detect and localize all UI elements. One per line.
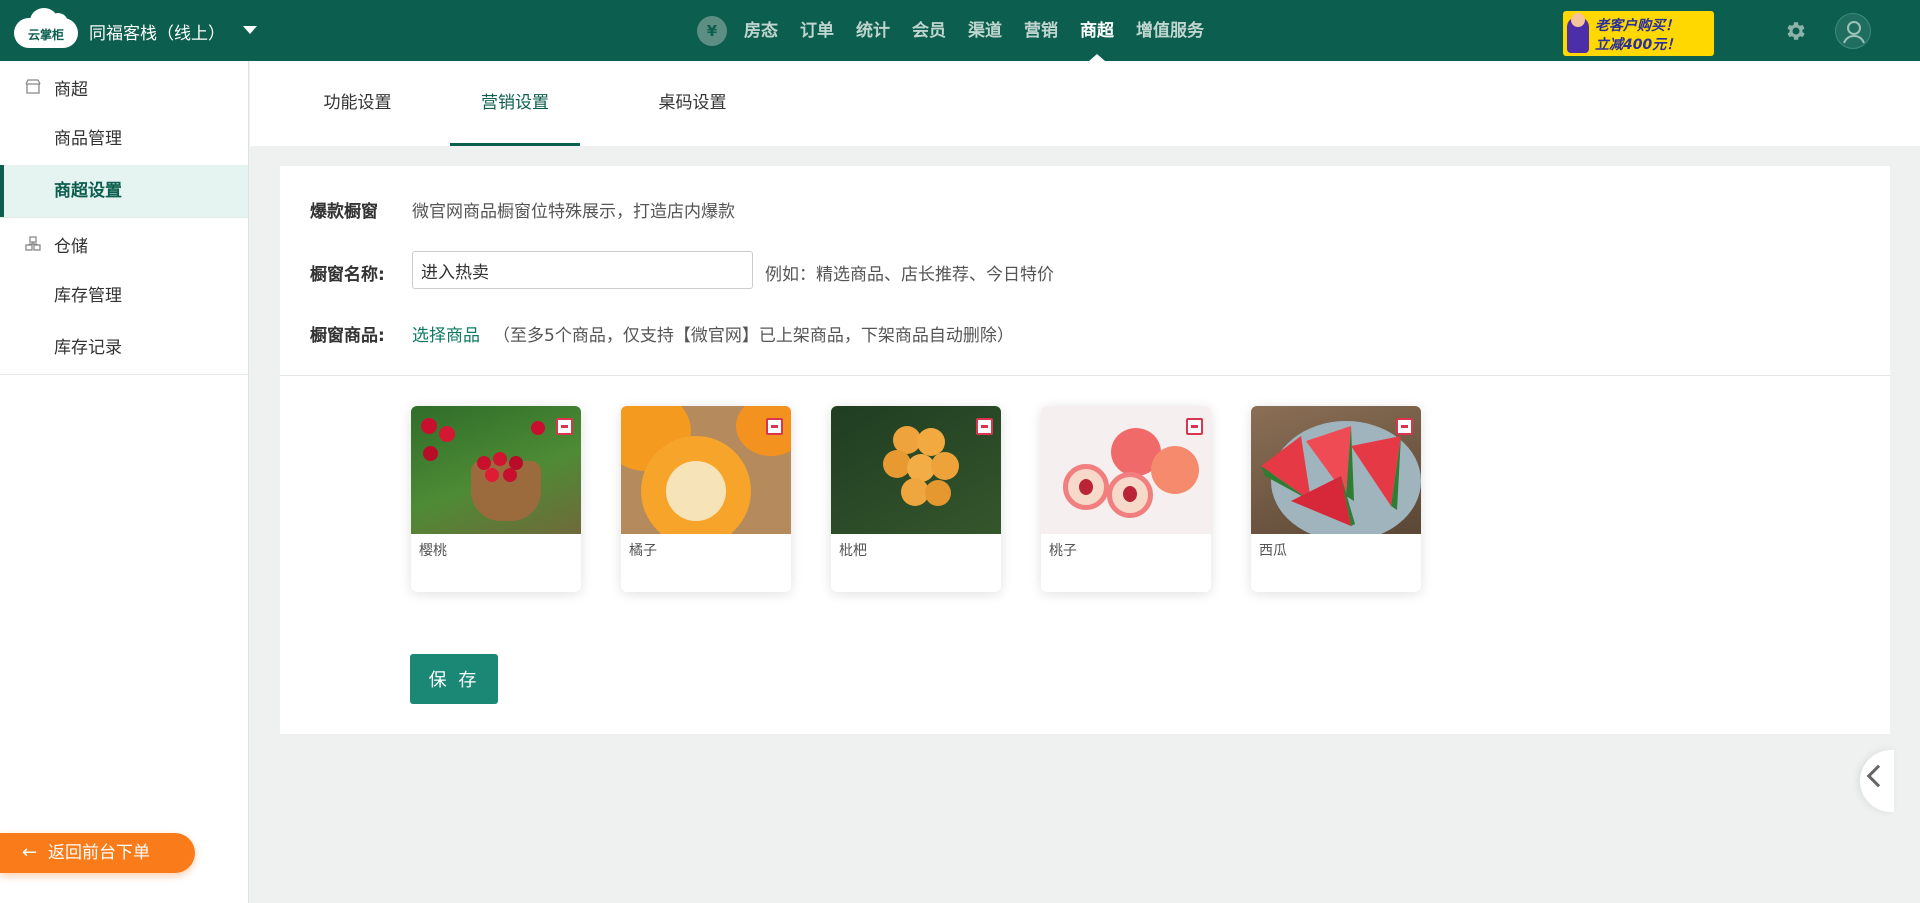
gear-icon[interactable] [1784, 19, 1808, 43]
hotel-name[interactable]: 同福客栈（线上） [89, 19, 225, 44]
nav-item-channels[interactable]: 渠道 [968, 0, 1002, 61]
nav-item-members[interactable]: 会员 [912, 0, 946, 61]
window-name-hint: 例如：精选商品、店长推荐、今日特价 [765, 265, 1054, 285]
sidebar-group-shop[interactable]: 商超 [0, 61, 248, 113]
goods-card[interactable]: 桃子 [1041, 406, 1211, 592]
section-divider [280, 375, 1890, 376]
window-goods-hint: （至多5个商品，仅支持【微官网】已上架商品，下架商品自动删除） [493, 326, 1014, 346]
goods-name: 桃子 [1049, 543, 1077, 559]
sidebar-item-goods-management[interactable]: 商品管理 [0, 113, 248, 165]
nav-item-room-status[interactable]: 房态 [744, 0, 778, 61]
marketing-settings-card: 爆款橱窗 微官网商品橱窗位特殊展示，打造店内爆款 橱窗名称: 例如：精选商品、店… [280, 166, 1890, 734]
window-name-input[interactable] [412, 251, 753, 289]
nav-item-orders[interactable]: 订单 [800, 0, 834, 61]
promo-line-2: 立减400元！ [1595, 37, 1681, 53]
section-label: 爆款橱窗 [310, 202, 378, 222]
select-goods-link[interactable]: 选择商品 [412, 321, 480, 346]
store-icon [25, 79, 41, 94]
sidebar-divider [0, 374, 248, 375]
goods-card[interactable]: 西瓜 [1251, 406, 1421, 592]
settings-tabs: 功能设置 营销设置 桌码设置 [250, 61, 1920, 146]
tab-function-settings[interactable]: 功能设置 [310, 61, 405, 146]
promo-line-1: 老客户购买！ [1595, 18, 1679, 34]
goods-card[interactable]: 枇杷 [831, 406, 1001, 592]
nav-item-statistics[interactable]: 统计 [856, 0, 890, 61]
warehouse-icon [25, 236, 41, 251]
goods-list: 樱桃 橘子 枇杷 桃子 西瓜 [411, 406, 1461, 592]
back-to-front-desk-button[interactable]: ← 返回前台下单 [0, 833, 195, 873]
remove-goods-icon[interactable] [766, 418, 783, 435]
promo-banner[interactable]: 老客户购买！ 立减400元！ [1563, 11, 1714, 56]
logo-text: 云掌柜 [27, 28, 64, 42]
window-name-label: 橱窗名称: [310, 265, 385, 285]
remove-goods-icon[interactable] [1396, 418, 1413, 435]
main-nav: 房态 订单 统计 会员 渠道 营销 商超 增值服务 [744, 0, 1226, 61]
section-description: 微官网商品橱窗位特殊展示，打造店内爆款 [412, 202, 735, 222]
tab-marketing-settings[interactable]: 营销设置 [450, 61, 580, 146]
sidebar-item-shop-settings[interactable]: 商超设置 [0, 165, 248, 217]
goods-name: 橘子 [629, 543, 657, 559]
sidebar-group-warehouse[interactable]: 仓储 [0, 218, 248, 270]
collapse-panel-button[interactable] [1860, 750, 1894, 812]
goods-name: 樱桃 [419, 543, 447, 559]
top-bar: 云掌柜 同福客栈（线上） ¥ 房态 订单 统计 会员 渠道 营销 商超 增值服务… [0, 0, 1920, 61]
goods-name: 枇杷 [839, 543, 867, 559]
goods-name: 西瓜 [1259, 543, 1287, 559]
sidebar-item-inventory-records[interactable]: 库存记录 [0, 322, 248, 374]
window-goods-label: 橱窗商品: [310, 326, 385, 346]
sidebar: 商超 商品管理 商超设置 仓储 库存管理 库存记录 ← 返回前台下单 [0, 61, 249, 903]
sidebar-group-label: 商超 [54, 79, 88, 100]
currency-icon[interactable]: ¥ [697, 16, 727, 46]
app-logo[interactable]: 云掌柜 [14, 8, 78, 50]
tab-table-code-settings[interactable]: 桌码设置 [650, 61, 735, 146]
user-icon [1843, 21, 1865, 44]
nav-item-shop[interactable]: 商超 [1080, 0, 1114, 61]
goods-card[interactable]: 橘子 [621, 406, 791, 592]
nav-item-value-added[interactable]: 增值服务 [1136, 0, 1204, 61]
avatar[interactable] [1835, 13, 1871, 49]
promo-person-icon [1567, 13, 1589, 53]
chevron-left-icon [1866, 764, 1890, 788]
nav-item-marketing[interactable]: 营销 [1024, 0, 1058, 61]
sidebar-group-label: 仓储 [54, 236, 88, 257]
remove-goods-icon[interactable] [1186, 418, 1203, 435]
arrow-left-icon: ← [22, 842, 38, 863]
goods-card[interactable]: 樱桃 [411, 406, 581, 592]
chevron-down-icon[interactable] [243, 26, 257, 34]
save-button[interactable]: 保 存 [410, 654, 498, 704]
remove-goods-icon[interactable] [976, 418, 993, 435]
back-button-label: 返回前台下单 [48, 843, 150, 863]
sidebar-item-inventory-management[interactable]: 库存管理 [0, 270, 248, 322]
remove-goods-icon[interactable] [556, 418, 573, 435]
